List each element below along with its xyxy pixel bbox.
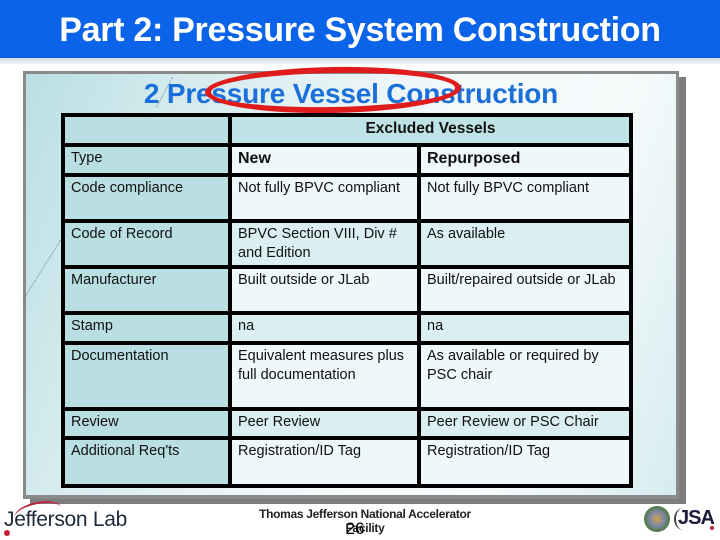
row-label: Review <box>61 407 232 440</box>
excluded-vessels-table: Excluded Vessels Type New Repurposed Cod… <box>61 113 633 488</box>
page-number: 26 <box>345 519 365 538</box>
jsa-logo: JSA <box>678 507 715 529</box>
row-label: Additional Req'ts <box>61 436 232 488</box>
cell-new: na <box>228 311 421 345</box>
table-row: Manufacturer Built outside or JLab Built… <box>61 265 633 315</box>
title-divider <box>0 58 720 64</box>
doe-seal-icon <box>644 506 670 532</box>
column-header-new: New <box>228 143 421 177</box>
jsa-dot-icon <box>710 526 714 530</box>
row-label: Type <box>61 143 232 177</box>
table-row: Documentation Equivalent measures plus f… <box>61 341 633 411</box>
table-row: Stamp na na <box>61 311 633 345</box>
cell-new: Peer Review <box>228 407 421 440</box>
cell-repurposed: Not fully BPVC compliant <box>417 173 633 223</box>
cell-new: Built outside or JLab <box>228 265 421 315</box>
cell-repurposed: Registration/ID Tag <box>417 436 633 488</box>
header-blank-cell <box>61 113 232 147</box>
cell-repurposed: As available or required by PSC chair <box>417 341 633 411</box>
table-row: Code of Record BPVC Section VIII, Div # … <box>61 219 633 269</box>
cell-new: BPVC Section VIII, Div # and Edition <box>228 219 421 269</box>
table-row: Type New Repurposed <box>61 143 633 177</box>
table-header-row: Excluded Vessels <box>61 113 633 147</box>
row-label: Manufacturer <box>61 265 232 315</box>
row-label: Code compliance <box>61 173 232 223</box>
cell-new: Registration/ID Tag <box>228 436 421 488</box>
header-excluded-vessels: Excluded Vessels <box>228 113 633 147</box>
logo-dot-icon <box>4 530 10 536</box>
jefferson-lab-logo: Jefferson Lab <box>4 497 127 536</box>
cell-repurposed: Built/repaired outside or JLab <box>417 265 633 315</box>
cell-new: Not fully BPVC compliant <box>228 173 421 223</box>
row-label: Code of Record <box>61 219 232 269</box>
table-row: Additional Req'ts Registration/ID Tag Re… <box>61 436 633 488</box>
cell-new: Equivalent measures plus full documentat… <box>228 341 421 411</box>
row-label: Stamp <box>61 311 232 345</box>
column-header-repurposed: Repurposed <box>417 143 633 177</box>
cell-repurposed: Peer Review or PSC Chair <box>417 407 633 440</box>
row-label: Documentation <box>61 341 232 411</box>
table-row: Review Peer Review Peer Review or PSC Ch… <box>61 407 633 440</box>
cell-repurposed: na <box>417 311 633 345</box>
slide-title: Part 2: Pressure System Construction <box>0 0 720 58</box>
table-row: Code compliance Not fully BPVC compliant… <box>61 173 633 223</box>
cell-repurposed: As available <box>417 219 633 269</box>
